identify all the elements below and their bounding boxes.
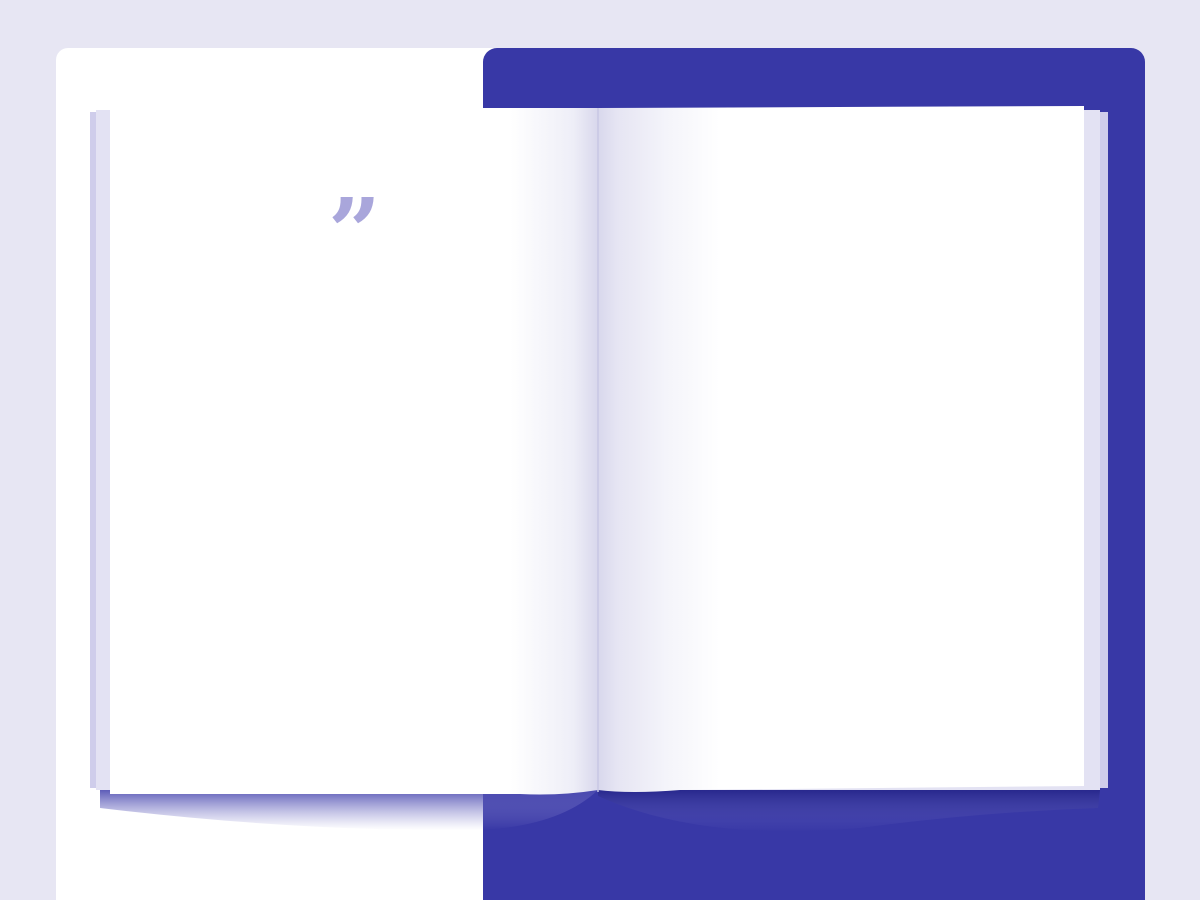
open-book [90,106,1108,832]
closing-quote-icon: ” [328,178,381,286]
book-shadow-right [598,790,1100,832]
right-page [598,106,1084,792]
book-shadow-left [100,790,598,831]
canvas: ” [0,0,1200,900]
